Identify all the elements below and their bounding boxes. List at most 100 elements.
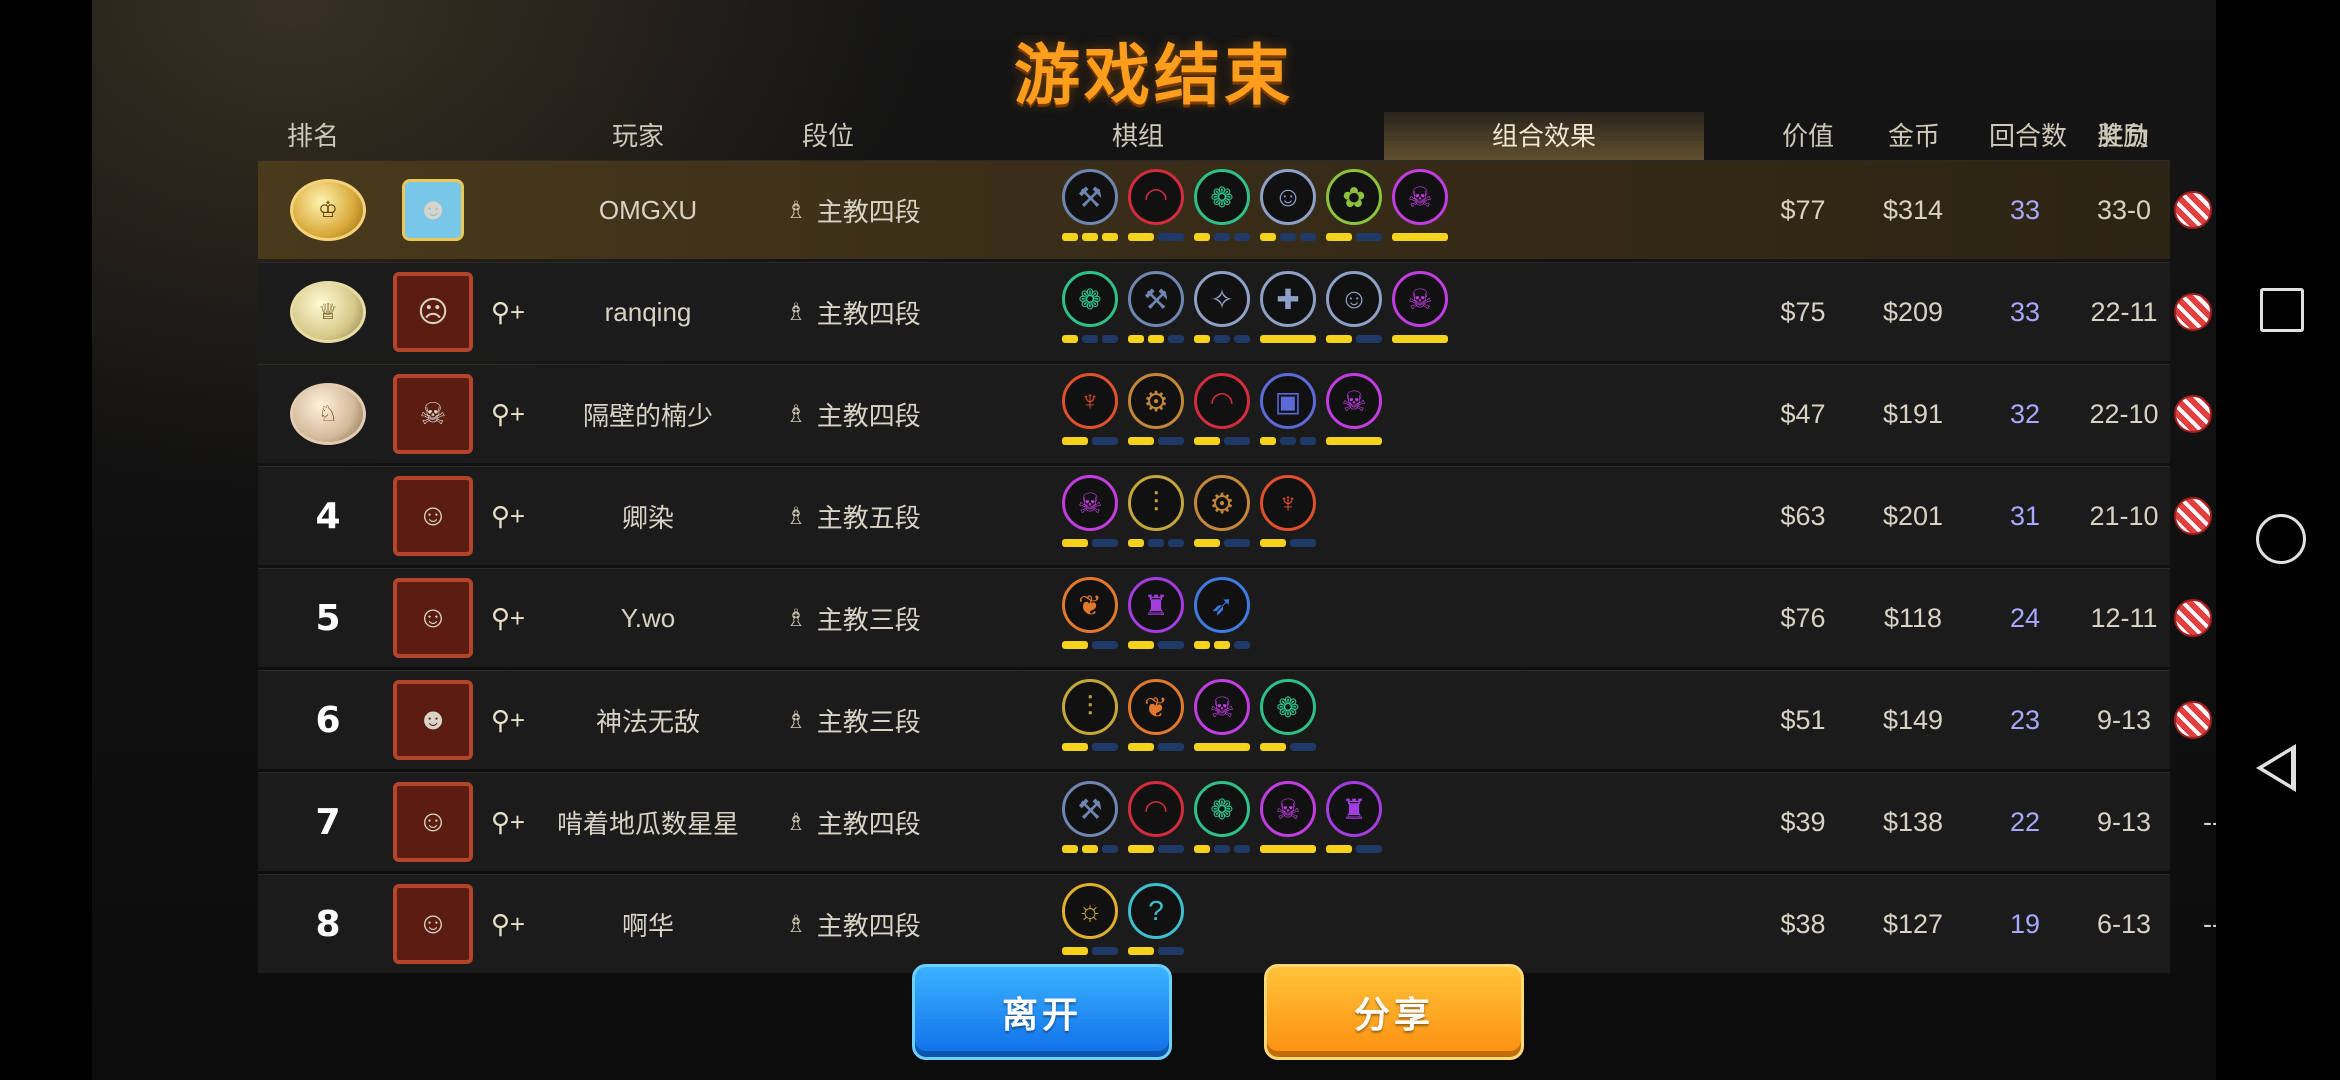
player-avatar[interactable]: ☹ [393,272,473,352]
synergy-level-bars [1062,641,1250,649]
level-segment [1224,437,1250,445]
synergy-level [1260,743,1316,751]
add-friend-icon[interactable]: ⚲+ [486,875,530,973]
level-segment [1326,335,1352,343]
player-avatar[interactable]: ☠ [393,374,473,454]
rank-cell: 7 [278,773,378,871]
bishop-icon: ♗ [785,910,807,938]
rank-number: 6 [315,699,341,741]
demon-icon[interactable]: ☠ [1062,475,1118,531]
results-table: ♔☻OMGXU♗主教四段⚒◠❁☺✿☠$77$3143333-050♕☹⚲+ran… [258,160,2216,976]
home-icon[interactable] [2256,514,2306,564]
table-row: 6☻⚲+神法无敌♗主教三段⫶❦☠❁$51$149239-1310 [258,670,2212,769]
share-button[interactable]: 分享 [1264,964,1524,1060]
demon-icon[interactable]: ☠ [1194,679,1250,735]
axe-icon[interactable]: ⚒ [1062,169,1118,225]
bishop-icon: ♗ [785,706,807,734]
gear-icon[interactable]: ⚙ [1128,373,1184,429]
axe-icon[interactable]: ⚒ [1062,781,1118,837]
person-icon[interactable]: ☺ [1260,169,1316,225]
level-segment [1128,335,1144,343]
player-avatar[interactable]: ☻ [393,680,473,760]
add-friend-icon[interactable]: ⚲+ [486,569,530,667]
paw-icon[interactable]: ❁ [1260,679,1316,735]
claw-icon[interactable]: ⫶ [1062,679,1118,735]
arc-icon[interactable]: ◠ [1194,373,1250,429]
tier-cell: ♗ 主教四段 [778,875,928,973]
avatar-cell: ☺ [378,875,488,973]
synergy-level-bars [1062,845,1382,853]
player-avatar[interactable]: ☺ [393,884,473,964]
tier-label: 主教三段 [816,604,921,635]
question-icon[interactable]: ? [1128,883,1184,939]
player-avatar[interactable]: ☺ [393,782,473,862]
arc-icon[interactable]: ◠ [1128,169,1184,225]
player-avatar[interactable]: ☺ [393,578,473,658]
synergy-level [1128,947,1184,955]
level-segment [1092,743,1118,751]
cluster-icon[interactable]: ✿ [1326,169,1382,225]
value-cell: $47 [1780,398,1826,429]
axe-icon[interactable]: ⚒ [1128,271,1184,327]
avatar-cell: ☻ [378,671,488,769]
level-segment [1290,743,1316,751]
paw-icon[interactable]: ❁ [1194,781,1250,837]
leave-button[interactable]: 离开 [912,964,1172,1060]
feather-icon[interactable]: ➶ [1194,577,1250,633]
cross-icon[interactable]: ✚ [1260,271,1316,327]
add-friend-icon[interactable]: ⚲+ [486,671,530,769]
level-segment [1194,845,1210,853]
demon-icon[interactable]: ☠ [1392,271,1448,327]
claw-icon[interactable]: ⫶ [1128,475,1184,531]
level-segment [1082,233,1098,241]
hood-icon[interactable]: ♜ [1128,577,1184,633]
value-cell: $38 [1780,908,1826,939]
paw-icon[interactable]: ❁ [1194,169,1250,225]
header-synergy[interactable]: 组合效果 [1384,112,1704,162]
mask-icon[interactable]: ♆ [1260,475,1316,531]
rank-cell: 8 [278,875,378,973]
level-segment [1062,335,1078,343]
arc-icon[interactable]: ◠ [1128,781,1184,837]
synergy-level-bars [1062,743,1316,751]
synergy-icons: ♆ ⚙ ◠ ▣ ☠ [1062,373,1382,429]
avatar-cell: ☠ [378,365,488,463]
hood-icon[interactable]: ♜ [1326,781,1382,837]
sun-icon[interactable]: ☼ [1062,883,1118,939]
synergy-level [1128,437,1184,445]
demon-icon[interactable]: ☠ [1392,169,1448,225]
gear-icon[interactable]: ⚙ [1194,475,1250,531]
add-friend-icon[interactable]: ⚲+ [486,773,530,871]
tier-cell: ♗ 主教四段 [778,161,928,259]
gold-cell: $138 [1882,806,1944,837]
reward-cell: 10 [2152,569,2216,667]
leaf-icon[interactable]: ❦ [1128,679,1184,735]
beast-icon[interactable]: ✧ [1194,271,1250,327]
synergy-icons: ❁ ⚒ ✧ ✚ ☺ ☠ [1062,271,1448,327]
level-segment [1128,947,1154,955]
demon-icon[interactable]: ☠ [1326,373,1382,429]
player-avatar[interactable]: ☺ [393,476,473,556]
synergy-level [1062,233,1118,241]
leaf-icon[interactable]: ❦ [1062,577,1118,633]
header-pieces[interactable]: 棋组 [1058,112,1218,160]
gold-cell: $201 [1882,500,1944,531]
person-icon[interactable]: ☺ [1326,271,1382,327]
mask-icon[interactable]: ♆ [1062,373,1118,429]
player-name: 神法无敌 [595,706,700,737]
level-segment [1214,233,1230,241]
paw-icon[interactable]: ❁ [1062,271,1118,327]
add-friend-icon[interactable]: ⚲+ [486,263,530,361]
back-icon[interactable] [2256,744,2296,792]
header-tier: 段位 [801,121,854,151]
player-avatar[interactable]: ☻ [402,179,464,241]
level-segment [1194,437,1220,445]
demon-icon[interactable]: ☠ [1260,781,1316,837]
add-friend-icon[interactable]: ⚲+ [486,467,530,565]
add-friend-icon[interactable]: ⚲+ [486,365,530,463]
level-segment [1234,845,1250,853]
box-icon[interactable]: ▣ [1260,373,1316,429]
recent-apps-icon[interactable] [2260,288,2304,332]
candy-icon [2173,293,2212,331]
synergy-level-bars [1062,335,1448,343]
